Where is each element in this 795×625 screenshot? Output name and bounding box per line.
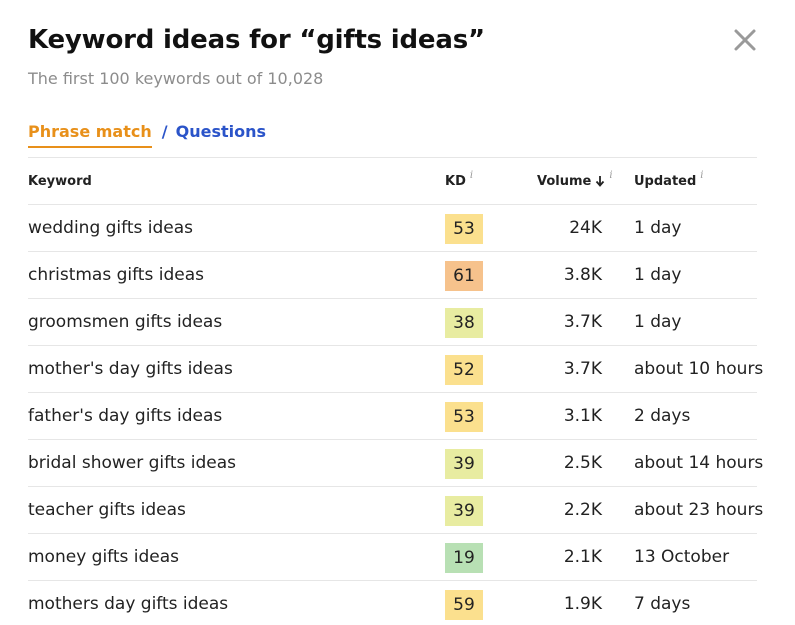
keyword-link[interactable]: teacher gifts ideas — [28, 487, 186, 533]
tab-phrase-match[interactable]: Phrase match — [28, 122, 152, 148]
table-row: groomsmen gifts ideas 38 3.7K 1 day — [28, 299, 757, 346]
kd-badge: 59 — [445, 590, 483, 620]
updated-value: 7 days — [634, 594, 691, 614]
column-header-updated[interactable]: Updated i — [634, 158, 703, 204]
volume-value: 3.8K — [563, 265, 602, 285]
kd-info-icon[interactable]: i — [470, 170, 473, 181]
kd-badge: 53 — [445, 214, 483, 244]
kd-badge: 39 — [445, 449, 483, 479]
sort-down-arrow-icon — [596, 176, 605, 187]
table-row: mother's day gifts ideas 52 3.7K about 10 h… — [28, 346, 763, 393]
keyword-link[interactable]: groomsmen gifts ideas — [28, 299, 222, 345]
kd-badge: 19 — [445, 543, 483, 573]
volume-value: 1.9K — [563, 594, 602, 614]
table-body: wedding gifts ideas 53 24K 1 day christmas g… — [28, 205, 763, 625]
volume-value: 2.5K — [563, 453, 602, 473]
column-header-kd-label: KD — [445, 173, 466, 189]
page-title: Keyword ideas for “gifts ideas” — [28, 25, 485, 55]
column-header-volume[interactable]: Volume i — [537, 158, 613, 204]
column-header-kd[interactable]: KD i — [445, 158, 473, 204]
tab-separator: / — [161, 122, 168, 141]
table-row: wedding gifts ideas 53 24K 1 day — [28, 205, 757, 252]
kd-badge: 39 — [445, 496, 483, 526]
match-type-tabs: Phrase match / Questions — [28, 122, 266, 150]
keyword-link[interactable]: christmas gifts ideas — [28, 252, 204, 298]
volume-value: 3.7K — [563, 359, 602, 379]
updated-value: 1 day — [634, 218, 682, 238]
updated-value: about 14 hours — [634, 453, 764, 473]
table-row: teacher gifts ideas 39 2.2K about 23 hours — [28, 487, 763, 534]
keyword-link[interactable]: wedding gifts ideas — [28, 205, 193, 251]
updated-value: 1 day — [634, 265, 682, 285]
volume-value: 3.1K — [563, 406, 602, 426]
keyword-count-subtitle: The first 100 keywords out of 10,028 — [28, 69, 324, 88]
close-icon[interactable] — [730, 25, 760, 55]
table-header: Keyword KD i Volume i Updated i — [28, 158, 757, 205]
keyword-ideas-panel: Keyword ideas for “gifts ideas” The firs… — [0, 0, 795, 625]
column-header-volume-label: Volume — [537, 173, 592, 189]
updated-info-icon[interactable]: i — [700, 170, 703, 181]
kd-badge: 38 — [445, 308, 483, 338]
updated-value: 1 day — [634, 312, 682, 332]
updated-value: 13 October — [634, 547, 730, 567]
table-row: bridal shower gifts ideas 39 2.5K about 14 … — [28, 440, 763, 487]
updated-value: about 10 hours — [634, 359, 764, 379]
table-row: mothers day gifts ideas 59 1.9K 7 days — [28, 581, 757, 625]
table-row: christmas gifts ideas 61 3.8K 1 day — [28, 252, 757, 299]
updated-value: about 23 hours — [634, 500, 764, 520]
column-header-keyword-label: Keyword — [28, 173, 92, 189]
keyword-link[interactable]: bridal shower gifts ideas — [28, 440, 236, 486]
column-header-updated-label: Updated — [634, 173, 697, 189]
keyword-table: Keyword KD i Volume i Updated i wedding … — [28, 157, 763, 625]
keyword-link[interactable]: money gifts ideas — [28, 534, 179, 580]
table-row: father's day gifts ideas 53 3.1K 2 days — [28, 393, 757, 440]
updated-value: 2 days — [634, 406, 691, 426]
volume-value: 2.2K — [563, 500, 602, 520]
tab-questions[interactable]: Questions — [176, 122, 266, 141]
volume-value: 2.1K — [563, 547, 602, 567]
column-header-keyword[interactable]: Keyword — [28, 158, 92, 204]
table-row: money gifts ideas 19 2.1K 13 October — [28, 534, 757, 581]
kd-badge: 61 — [445, 261, 483, 291]
kd-badge: 53 — [445, 402, 483, 432]
kd-badge: 52 — [445, 355, 483, 385]
keyword-link[interactable]: father's day gifts ideas — [28, 393, 222, 439]
keyword-link[interactable]: mothers day gifts ideas — [28, 581, 228, 625]
keyword-link[interactable]: mother's day gifts ideas — [28, 346, 233, 392]
volume-value: 24K — [569, 218, 602, 238]
volume-value: 3.7K — [563, 312, 602, 332]
volume-info-icon[interactable]: i — [609, 170, 612, 181]
